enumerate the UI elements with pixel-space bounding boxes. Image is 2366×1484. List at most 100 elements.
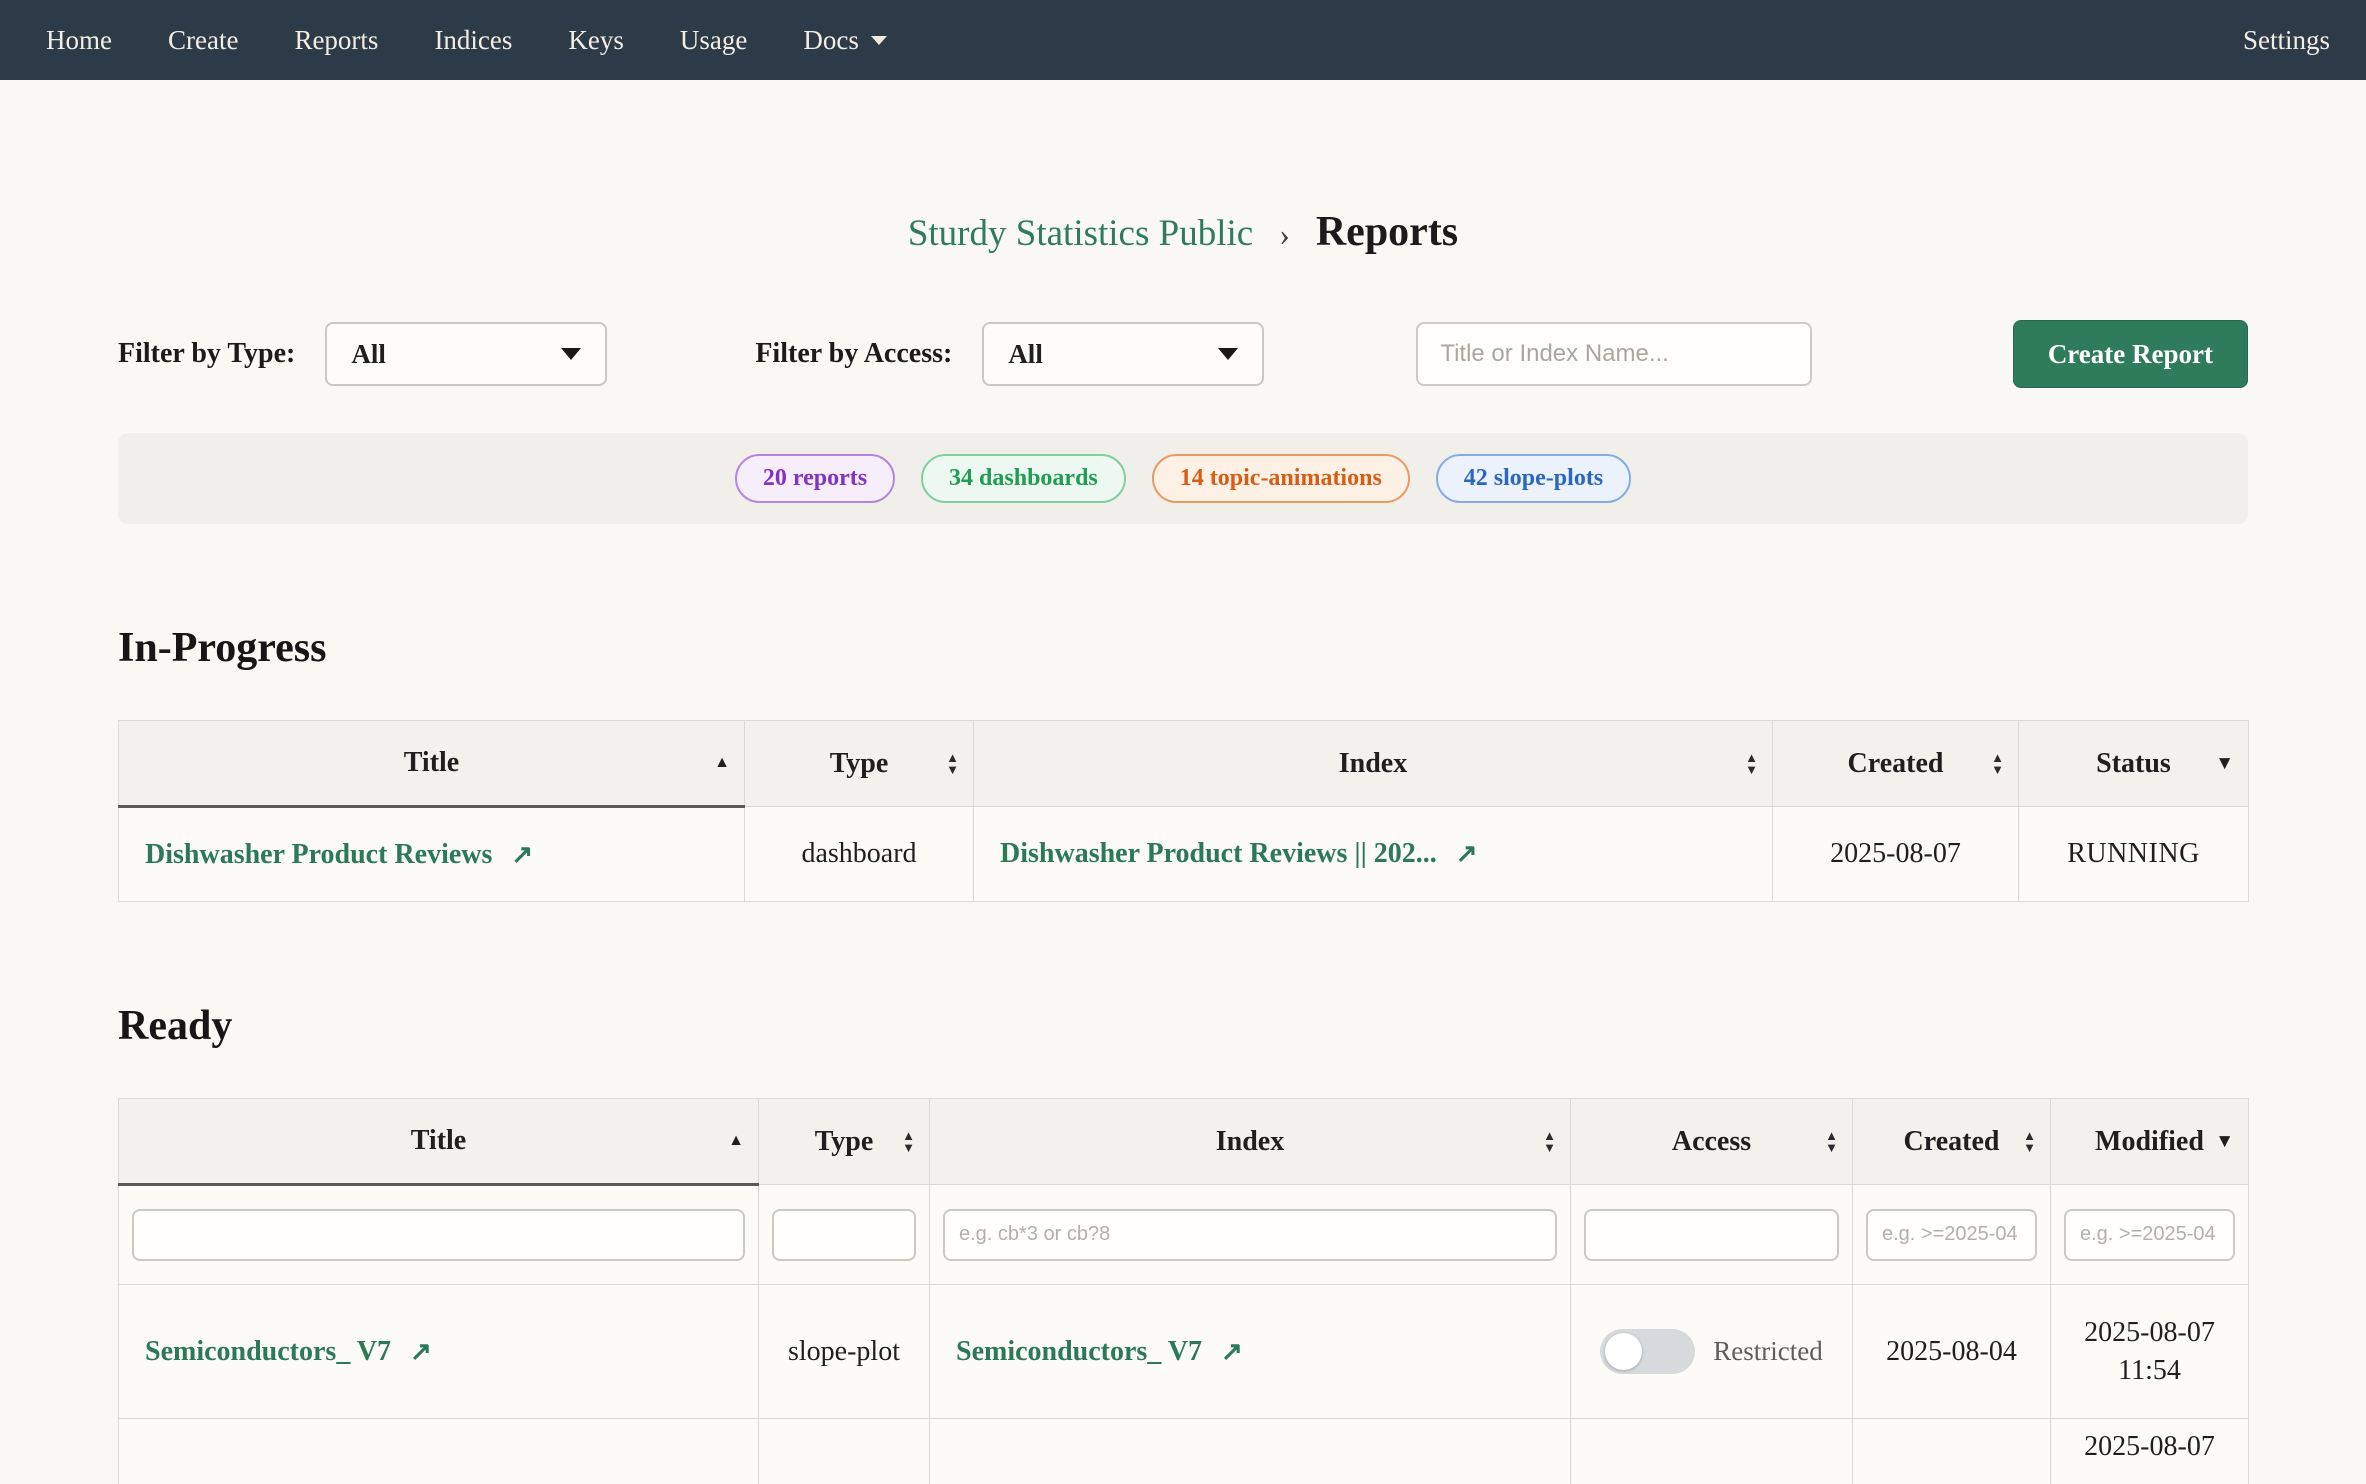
nav-usage[interactable]: Usage xyxy=(680,25,747,56)
sort-asc-icon: ▲ xyxy=(728,1132,744,1150)
page-content: Sturdy Statistics Public › Reports Filte… xyxy=(118,208,2248,1484)
badge-slope-plots[interactable]: 42 slope-plots xyxy=(1436,454,1631,503)
sort-both-icon: ▲▼ xyxy=(2023,1130,2036,1154)
column-label: Title xyxy=(404,747,459,778)
breadcrumb-parent-link[interactable]: Sturdy Statistics Public xyxy=(908,213,1253,254)
table-row: Dishwasher Product Reviews ↗ dashboard D… xyxy=(119,807,2249,902)
modified-time: 11:54 xyxy=(2051,1352,2248,1390)
report-type: dashboard xyxy=(745,807,974,902)
filter-toolbar: Filter by Type: All Filter by Access: Al… xyxy=(118,320,2248,388)
sort-both-icon: ▲▼ xyxy=(1825,1130,1838,1154)
external-link-icon: ↗ xyxy=(511,840,533,869)
external-link-icon: ↗ xyxy=(410,1337,432,1366)
type-filter-value: All xyxy=(351,339,386,370)
column-label: Created xyxy=(1848,748,1944,779)
access-filter-value: All xyxy=(1008,339,1043,370)
create-report-button[interactable]: Create Report xyxy=(2013,320,2248,388)
column-header-index[interactable]: Index ▲▼ xyxy=(974,721,1773,807)
created-date: 2025-08-07 xyxy=(1773,807,2019,902)
column-header-type[interactable]: Type ▲▼ xyxy=(745,721,974,807)
index-link[interactable]: Dishwasher Product Reviews || 202... ↗ xyxy=(1000,838,1478,869)
ready-heading: Ready xyxy=(118,1002,2248,1050)
sort-both-icon: ▲▼ xyxy=(902,1130,915,1154)
caret-down-icon xyxy=(1218,348,1238,360)
nav-indices[interactable]: Indices xyxy=(434,25,512,56)
column-header-created[interactable]: Created ▲▼ xyxy=(1773,721,2019,807)
index-name: Semiconductors_ V7 xyxy=(956,1336,1202,1367)
column-filter-row xyxy=(119,1185,2249,1285)
type-filter-label: Filter by Type: xyxy=(118,338,295,370)
access-filter-select[interactable]: All xyxy=(982,322,1264,386)
access-toggle[interactable] xyxy=(1600,1329,1695,1374)
created-column-filter-input[interactable] xyxy=(1866,1209,2037,1261)
breadcrumb: Sturdy Statistics Public › Reports xyxy=(118,208,2248,256)
column-header-created[interactable]: Created ▲▼ xyxy=(1853,1099,2051,1185)
nav-settings[interactable]: Settings xyxy=(2243,25,2330,56)
sort-desc-icon: ▼ xyxy=(2215,1131,2234,1153)
title-column-filter-input[interactable] xyxy=(132,1209,745,1261)
sort-asc-icon: ▲ xyxy=(714,754,730,772)
column-header-access[interactable]: Access ▲▼ xyxy=(1571,1099,1853,1185)
index-link[interactable]: Semiconductors_ V7 ↗ xyxy=(956,1336,1243,1367)
column-header-modified[interactable]: Modified ▼ xyxy=(2051,1099,2249,1185)
chevron-down-icon xyxy=(871,36,887,45)
report-title: Dishwasher Product Reviews xyxy=(145,839,492,870)
column-header-status[interactable]: Status ▼ xyxy=(2019,721,2249,807)
column-label: Index xyxy=(1339,748,1407,779)
nav-create[interactable]: Create xyxy=(168,25,238,56)
type-filter-select[interactable]: All xyxy=(325,322,607,386)
sort-both-icon: ▲▼ xyxy=(1543,1130,1556,1154)
in-progress-heading: In-Progress xyxy=(118,624,2248,672)
column-header-type[interactable]: Type ▲▼ xyxy=(759,1099,930,1185)
badge-topic-animations[interactable]: 14 topic-animations xyxy=(1152,454,1410,503)
search-input[interactable] xyxy=(1416,322,1812,386)
table-row: 2025-08-07 xyxy=(119,1419,2249,1484)
report-title xyxy=(119,1419,759,1484)
report-title: Semiconductors_ V7 xyxy=(145,1336,391,1367)
type-column-filter-input[interactable] xyxy=(772,1209,916,1261)
modified-column-filter-input[interactable] xyxy=(2064,1209,2235,1261)
nav-home[interactable]: Home xyxy=(46,25,112,56)
index-column-filter-input[interactable] xyxy=(943,1209,1557,1261)
report-type: slope-plot xyxy=(759,1285,930,1419)
summary-badge-bar: 20 reports 34 dashboards 14 topic-animat… xyxy=(118,433,2248,524)
external-link-icon: ↗ xyxy=(1221,1337,1243,1366)
top-navbar: Home Create Reports Indices Keys Usage D… xyxy=(0,0,2366,80)
access-column-filter-input[interactable] xyxy=(1584,1209,1839,1261)
column-label: Access xyxy=(1672,1126,1751,1157)
caret-down-icon xyxy=(561,348,581,360)
access-cell xyxy=(1571,1419,1853,1484)
nav-docs-dropdown[interactable]: Docs xyxy=(803,25,887,56)
report-type xyxy=(759,1419,930,1484)
badge-reports[interactable]: 20 reports xyxy=(735,454,895,503)
modified-timestamp: 2025-08-07 11:54 xyxy=(2051,1314,2248,1390)
badge-dashboards[interactable]: 34 dashboards xyxy=(921,454,1126,503)
table-header-row: Title ▲ Type ▲▼ Index ▲▼ Created ▲▼ Stat… xyxy=(119,721,2249,807)
nav-reports[interactable]: Reports xyxy=(294,25,378,56)
nav-keys[interactable]: Keys xyxy=(568,25,624,56)
modified-date: 2025-08-07 xyxy=(2051,1314,2248,1352)
access-cell: Restricted xyxy=(1571,1329,1852,1374)
column-label: Created xyxy=(1904,1126,2000,1157)
table-row: Semiconductors_ V7 ↗ slope-plot Semicond… xyxy=(119,1285,2249,1419)
page-title: Reports xyxy=(1316,209,1458,255)
created-date: 2025-08-04 xyxy=(1853,1285,2051,1419)
index-name xyxy=(930,1419,1571,1484)
external-link-icon: ↗ xyxy=(1456,839,1478,868)
report-title-link[interactable]: Semiconductors_ V7 ↗ xyxy=(145,1336,432,1367)
sort-both-icon: ▲▼ xyxy=(1745,752,1758,776)
column-header-index[interactable]: Index ▲▼ xyxy=(930,1099,1571,1185)
column-header-title[interactable]: Title ▲ xyxy=(119,721,745,807)
sort-both-icon: ▲▼ xyxy=(946,752,959,776)
toggle-knob xyxy=(1605,1333,1642,1370)
status-badge: RUNNING xyxy=(2019,807,2249,902)
index-name: Dishwasher Product Reviews || 202... xyxy=(1000,838,1437,869)
ready-table: Title ▲ Type ▲▼ Index ▲▼ Access ▲▼ Creat… xyxy=(118,1098,2249,1484)
sort-both-icon: ▲▼ xyxy=(1991,752,2004,776)
breadcrumb-separator-icon: › xyxy=(1279,216,1290,252)
report-title-link[interactable]: Dishwasher Product Reviews ↗ xyxy=(145,839,533,870)
column-label: Type xyxy=(830,748,889,779)
column-header-title[interactable]: Title ▲ xyxy=(119,1099,759,1185)
column-label: Type xyxy=(815,1126,874,1157)
table-header-row: Title ▲ Type ▲▼ Index ▲▼ Access ▲▼ Creat… xyxy=(119,1099,2249,1185)
